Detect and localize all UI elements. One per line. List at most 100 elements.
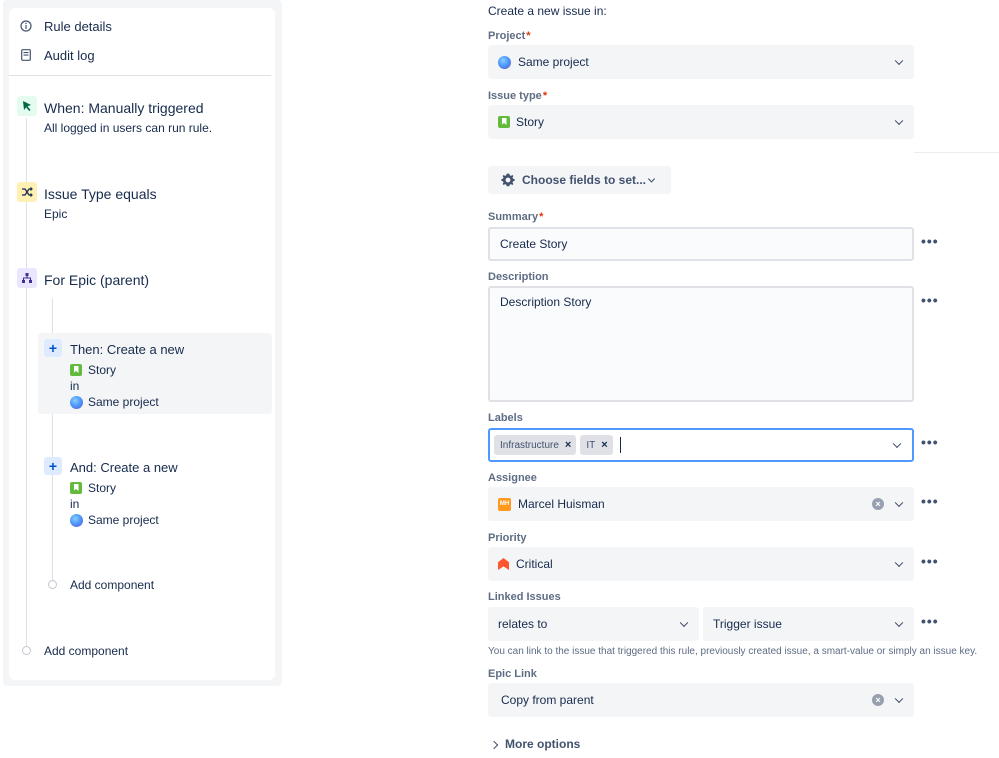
- project-avatar-icon: [70, 395, 83, 409]
- action-2-issue-type: Story: [70, 481, 116, 495]
- action-1-project: Same project: [70, 395, 159, 409]
- hierarchy-icon: [17, 268, 37, 288]
- epic-link-value: Copy from parent: [501, 693, 594, 707]
- sidebar-audit-log-link[interactable]: Audit log: [19, 44, 95, 66]
- epic-link-label: Epic Link: [488, 668, 537, 680]
- remove-tag-icon[interactable]: ×: [601, 439, 607, 451]
- action-1-project-label: Same project: [88, 395, 159, 409]
- labels-label: Labels: [488, 412, 523, 424]
- cursor-click-icon: [17, 96, 37, 116]
- add-component-dot: [48, 580, 57, 589]
- project-avatar-icon: [70, 513, 83, 527]
- plus-icon: +: [44, 457, 62, 475]
- linked-issues-label: Linked Issues: [488, 591, 561, 603]
- link-relation-value: relates to: [498, 617, 548, 631]
- chevron-down-icon: [894, 694, 904, 704]
- label-tag: IT ×: [580, 435, 613, 455]
- label-tag-text: Infrastructure: [500, 439, 559, 451]
- chevron-down-icon: [679, 618, 689, 628]
- priority-more-actions-button[interactable]: •••: [921, 553, 939, 569]
- priority-select[interactable]: Critical: [488, 547, 914, 581]
- gear-icon: [500, 172, 516, 188]
- summary-label: Summary*: [488, 211, 544, 223]
- chevron-down-icon: [894, 116, 904, 126]
- story-icon: [498, 116, 510, 128]
- linked-issues-more-actions-button[interactable]: •••: [921, 613, 939, 629]
- chevron-down-icon: [894, 498, 904, 508]
- label-tag-text: IT: [586, 439, 596, 451]
- text-cursor: [619, 437, 621, 453]
- project-value: Same project: [518, 55, 589, 69]
- add-component-dot: [22, 646, 31, 655]
- plus-icon: +: [44, 339, 62, 357]
- story-icon: [70, 364, 82, 376]
- sidebar-divider: [9, 75, 271, 76]
- add-component-inner-button[interactable]: Add component: [70, 578, 154, 592]
- action-1-issue-type: Story: [70, 363, 116, 377]
- sidebar-rule-details-link[interactable]: Rule details: [19, 15, 112, 37]
- assignee-select[interactable]: MH Marcel Huisman ×: [488, 487, 914, 521]
- linked-issues-help-text: You can link to the issue that triggered…: [488, 646, 978, 657]
- document-icon: [19, 48, 33, 62]
- summary-input[interactable]: Create Story: [488, 227, 914, 261]
- action-1-issue-type-label: Story: [88, 363, 117, 377]
- description-more-actions-button[interactable]: •••: [921, 292, 939, 308]
- action-1-title[interactable]: Then: Create a new: [70, 342, 184, 357]
- condition-subtitle: Epic: [44, 207, 68, 221]
- story-icon: [70, 482, 82, 494]
- audit-log-label: Audit log: [44, 47, 95, 63]
- issue-type-select[interactable]: Story: [488, 105, 914, 139]
- branch-title[interactable]: For Epic (parent): [44, 272, 149, 288]
- chevron-down-icon: [647, 175, 656, 183]
- summary-value: Create Story: [500, 237, 568, 251]
- info-icon: [19, 19, 33, 33]
- condition-title[interactable]: Issue Type equals: [44, 186, 157, 202]
- assignee-label: Assignee: [488, 472, 537, 484]
- issue-type-value: Story: [516, 115, 545, 129]
- issue-type-label: Issue type*: [488, 90, 548, 102]
- clear-icon[interactable]: ×: [872, 694, 884, 706]
- action-2-project-label: Same project: [88, 513, 159, 527]
- action-2-project: Same project: [70, 513, 159, 527]
- action-2-title[interactable]: And: Create a new: [70, 460, 178, 475]
- priority-label: Priority: [488, 532, 527, 544]
- project-label: Project*: [488, 30, 531, 42]
- choose-fields-label: Choose fields to set...: [522, 173, 647, 187]
- choose-fields-button[interactable]: Choose fields to set...: [488, 166, 671, 194]
- chevron-down-icon: [894, 618, 904, 628]
- link-target-select[interactable]: Trigger issue: [703, 607, 914, 641]
- project-avatar-icon: [498, 55, 511, 69]
- chevron-down-icon: [894, 56, 904, 66]
- action-1-connector: in: [70, 379, 80, 393]
- form-heading: Create a new issue in:: [488, 4, 607, 18]
- action-2-connector: in: [70, 497, 80, 511]
- description-textarea[interactable]: Description Story: [488, 286, 914, 402]
- priority-critical-icon: [498, 558, 509, 570]
- assignee-value: Marcel Huisman: [518, 497, 605, 511]
- description-label: Description: [488, 271, 549, 283]
- remove-tag-icon[interactable]: ×: [565, 439, 571, 451]
- project-select[interactable]: Same project: [488, 45, 914, 79]
- clear-icon[interactable]: ×: [872, 498, 884, 510]
- trigger-title[interactable]: When: Manually triggered: [44, 100, 204, 116]
- chevron-down-icon: [892, 439, 902, 449]
- description-value: Description Story: [500, 295, 592, 309]
- label-tag: Infrastructure ×: [494, 435, 577, 455]
- rule-details-label: Rule details: [44, 18, 112, 34]
- chevron-right-icon: [489, 740, 499, 749]
- action-2-issue-type-label: Story: [88, 481, 117, 495]
- more-options-label: More options: [505, 737, 581, 751]
- trigger-subtitle: All logged in users can run rule.: [44, 121, 213, 135]
- epic-link-select[interactable]: Copy from parent ×: [488, 683, 914, 717]
- add-component-outer-button[interactable]: Add component: [44, 644, 128, 658]
- priority-value: Critical: [516, 557, 553, 571]
- labels-more-actions-button[interactable]: •••: [921, 434, 939, 450]
- link-target-value: Trigger issue: [713, 617, 782, 631]
- section-divider: [914, 152, 999, 153]
- rule-sidebar: Rule details Audit log When: Manually tr…: [9, 8, 275, 680]
- more-options-toggle[interactable]: More options: [489, 737, 581, 751]
- labels-input[interactable]: Infrastructure × IT ×: [488, 428, 914, 462]
- assignee-more-actions-button[interactable]: •••: [921, 493, 939, 509]
- link-relation-select[interactable]: relates to: [488, 607, 699, 641]
- summary-more-actions-button[interactable]: •••: [921, 233, 939, 249]
